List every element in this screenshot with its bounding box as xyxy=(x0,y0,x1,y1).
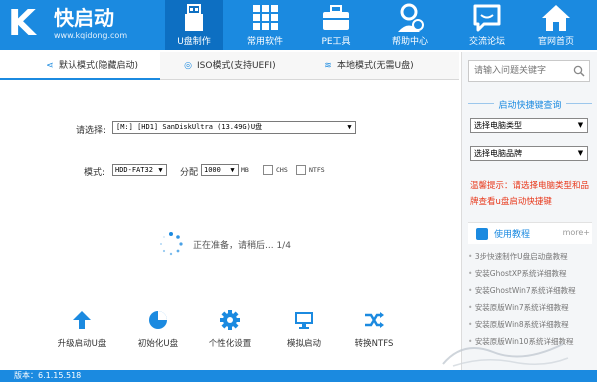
help-person-icon xyxy=(398,3,424,32)
computer-brand-select[interactable]: 选择电脑品牌 ▼ xyxy=(470,146,588,161)
tab-local-mode[interactable]: ≋ 本地模式(无需U盘) xyxy=(322,52,452,80)
usb-drive-icon xyxy=(185,4,203,31)
disc-icon: ◎ xyxy=(184,61,192,71)
simulate-boot-button[interactable]: 模拟启动 xyxy=(264,309,344,349)
convert-ntfs-button[interactable]: 转换NTFS xyxy=(334,309,414,349)
tutorial-link[interactable]: 安装原版Win7系统详细教程 xyxy=(468,299,594,316)
nav-usb-make[interactable]: U盘制作 xyxy=(165,0,223,50)
watermark-logo xyxy=(442,343,569,367)
chevron-down-icon: ▼ xyxy=(158,166,163,174)
chevron-down-icon: ▼ xyxy=(577,121,584,129)
main-panel: 请选择: [M:] [HD1] SanDiskUltra (13.49G)U盘 … xyxy=(0,81,459,370)
home-icon xyxy=(542,5,570,31)
monitor-icon xyxy=(295,312,313,329)
tutorial-title: 使用教程 xyxy=(494,230,531,240)
apps-grid-icon xyxy=(253,5,278,30)
computer-type-select[interactable]: 选择电脑类型 ▼ xyxy=(470,118,588,133)
status-bar: 版本：6.1.15.518 xyxy=(0,370,597,382)
hotkey-query-title: 启动快捷键查询 xyxy=(462,98,597,111)
tutorial-link[interactable]: 安装原版Win8系统详细教程 xyxy=(468,316,594,333)
tutorial-link[interactable]: 安装GhostWin7系统详细教程 xyxy=(468,282,594,299)
search-box xyxy=(468,60,590,82)
nav-common-software[interactable]: 常用软件 xyxy=(236,0,294,50)
partition-label: 分配 xyxy=(180,168,199,178)
right-sidebar: 启动快捷键查询 选择电脑类型 ▼ 选择电脑品牌 ▼ 温馨提示：请选择电脑类型和品… xyxy=(461,52,597,370)
progress-status-text: 正在准备，请稍后... 1/4 xyxy=(193,241,291,251)
version-text: 版本：6.1.15.518 xyxy=(14,371,82,380)
mode-tabs: ⋖ 默认模式(隐藏启动) ◎ ISO模式(支持UEFI) ≋ 本地模式(无需U盘) xyxy=(0,52,459,80)
chat-bubble-icon xyxy=(473,4,501,32)
book-icon xyxy=(476,228,488,240)
tab-iso-mode[interactable]: ◎ ISO模式(支持UEFI) xyxy=(182,52,312,80)
header-bar: K 快启动 www.kqidong.com U盘制作 常用软件 PE工具 帮助中… xyxy=(0,0,597,50)
shuffle-icon xyxy=(365,312,384,328)
ntfs-checkbox[interactable] xyxy=(296,165,306,175)
share-icon: ⋖ xyxy=(46,61,54,71)
nav-help-center[interactable]: 帮助中心 xyxy=(381,0,439,50)
chevron-down-icon: ▼ xyxy=(230,166,235,174)
device-select[interactable]: [M:] [HD1] SanDiskUltra (13.49G)U盘 ▼ xyxy=(112,121,356,134)
partition-unit: MB xyxy=(241,166,249,174)
more-link[interactable]: more+ xyxy=(563,228,590,237)
hint-text: 温馨提示：请选择电脑类型和品牌查看u盘启动快捷键 xyxy=(470,181,590,207)
loading-spinner-icon xyxy=(160,232,183,256)
logo-k-mark: K xyxy=(8,3,36,44)
nav-pe-tools[interactable]: PE工具 xyxy=(307,0,365,50)
tab-default-mode[interactable]: ⋖ 默认模式(隐藏启动) xyxy=(0,52,160,80)
format-disk-icon xyxy=(149,311,167,329)
upgrade-arrow-icon xyxy=(73,311,91,329)
logo-title: 快启动 xyxy=(54,6,114,30)
personalize-button[interactable]: 个性化设置 xyxy=(190,309,270,349)
init-usb-button[interactable]: 初始化U盘 xyxy=(118,309,198,349)
tutorial-list: 3步快速制作U盘启动盘教程 安装GhostXP系统详细教程 安装GhostWin… xyxy=(468,248,594,350)
ntfs-label: NTFS xyxy=(309,166,325,174)
chevron-down-icon: ▼ xyxy=(577,149,584,157)
search-icon[interactable] xyxy=(573,65,585,77)
chevron-down-icon: ▼ xyxy=(347,123,352,131)
nav-forum[interactable]: 交流论坛 xyxy=(458,0,516,50)
nav-official-home[interactable]: 官网首页 xyxy=(527,0,585,50)
search-input[interactable] xyxy=(469,61,567,81)
tutorial-link[interactable]: 安装GhostXP系统详细教程 xyxy=(468,265,594,282)
logo-url: www.kqidong.com xyxy=(54,31,128,40)
mode-label: 模式: xyxy=(84,168,106,178)
partition-select[interactable]: 1000 ▼ xyxy=(201,164,239,176)
chs-label: CHS xyxy=(276,166,288,174)
chs-checkbox[interactable] xyxy=(263,165,273,175)
upgrade-usb-button[interactable]: 升级启动U盘 xyxy=(42,309,122,349)
tutorial-link[interactable]: 3步快速制作U盘启动盘教程 xyxy=(468,248,594,265)
tutorial-header: 使用教程 more+ xyxy=(468,222,592,244)
toolbox-icon xyxy=(323,5,349,30)
wifi-icon: ≋ xyxy=(324,61,332,71)
app-logo: K 快启动 www.kqidong.com xyxy=(8,4,168,46)
device-select-label: 请选择: xyxy=(76,126,107,136)
settings-gear-icon xyxy=(220,310,240,330)
mode-select[interactable]: HDD-FAT32 ▼ xyxy=(112,164,167,176)
